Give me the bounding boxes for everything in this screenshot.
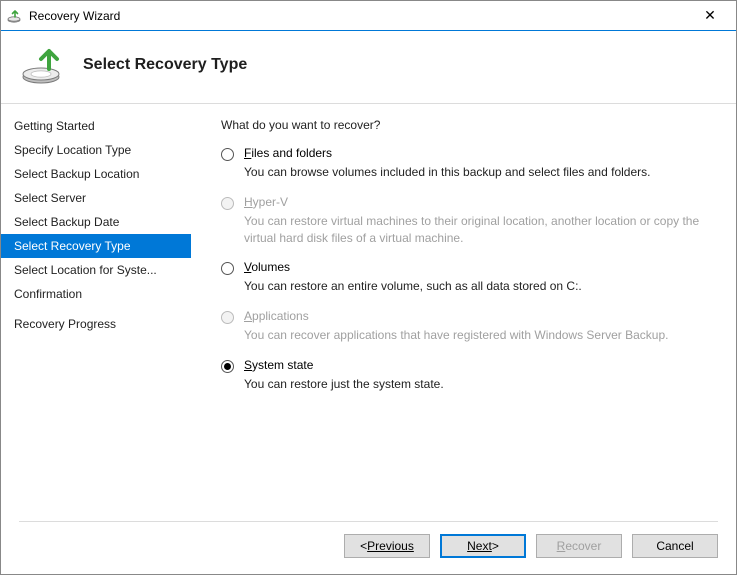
option-desc: You can restore just the system state.: [244, 376, 444, 393]
wizard-header: Select Recovery Type: [1, 31, 736, 103]
wizard-steps-sidebar: Getting Started Specify Location Type Se…: [1, 104, 191, 521]
option-label: Hyper-V: [244, 195, 718, 209]
step-getting-started[interactable]: Getting Started: [1, 114, 191, 138]
radio-system-state[interactable]: [221, 360, 234, 373]
window-title: Recovery Wizard: [29, 9, 690, 23]
recover-prompt: What do you want to recover?: [221, 118, 718, 132]
option-applications: Applications You can recover application…: [221, 309, 718, 344]
option-desc: You can restore an entire volume, such a…: [244, 278, 582, 295]
step-select-backup-location[interactable]: Select Backup Location: [1, 162, 191, 186]
option-volumes[interactable]: Volumes You can restore an entire volume…: [221, 260, 718, 295]
page-title: Select Recovery Type: [83, 56, 247, 74]
cancel-button[interactable]: Cancel: [632, 534, 718, 558]
recover-label: Recover: [557, 539, 602, 553]
radio-applications: [221, 311, 234, 324]
recovery-wizard-window: Recovery Wizard ✕ Select Recovery Type G…: [0, 0, 737, 575]
option-label: Applications: [244, 309, 668, 323]
header-icon: [19, 45, 67, 85]
option-label: Volumes: [244, 260, 582, 274]
option-hyper-v: Hyper-V You can restore virtual machines…: [221, 195, 718, 247]
step-select-recovery-type[interactable]: Select Recovery Type: [1, 234, 191, 258]
close-button[interactable]: ✕: [690, 2, 730, 30]
step-select-location-for-system[interactable]: Select Location for Syste...: [1, 258, 191, 282]
previous-button[interactable]: < Previous: [344, 534, 430, 558]
radio-files[interactable]: [221, 148, 234, 161]
option-label: Files and folders: [244, 146, 650, 160]
step-select-server[interactable]: Select Server: [1, 186, 191, 210]
next-label: Next: [467, 539, 492, 553]
step-select-backup-date[interactable]: Select Backup Date: [1, 210, 191, 234]
step-specify-location-type[interactable]: Specify Location Type: [1, 138, 191, 162]
option-files-and-folders[interactable]: Files and folders You can browse volumes…: [221, 146, 718, 181]
option-label: System state: [244, 358, 444, 372]
previous-label: Previous: [367, 539, 414, 553]
option-desc: You can browse volumes included in this …: [244, 164, 650, 181]
recover-button: Recover: [536, 534, 622, 558]
option-desc: You can recover applications that have r…: [244, 327, 668, 344]
radio-hyperv: [221, 197, 234, 210]
wizard-body: Getting Started Specify Location Type Se…: [1, 104, 736, 521]
wizard-footer: < Previous Next > Recover Cancel: [1, 522, 736, 574]
next-button[interactable]: Next >: [440, 534, 526, 558]
option-system-state[interactable]: System state You can restore just the sy…: [221, 358, 718, 393]
step-confirmation[interactable]: Confirmation: [1, 282, 191, 306]
radio-volumes[interactable]: [221, 262, 234, 275]
app-icon: [7, 8, 23, 24]
titlebar[interactable]: Recovery Wizard ✕: [1, 1, 736, 31]
option-desc: You can restore virtual machines to thei…: [244, 213, 718, 247]
wizard-main: What do you want to recover? Files and f…: [191, 104, 736, 521]
step-recovery-progress[interactable]: Recovery Progress: [1, 312, 191, 336]
